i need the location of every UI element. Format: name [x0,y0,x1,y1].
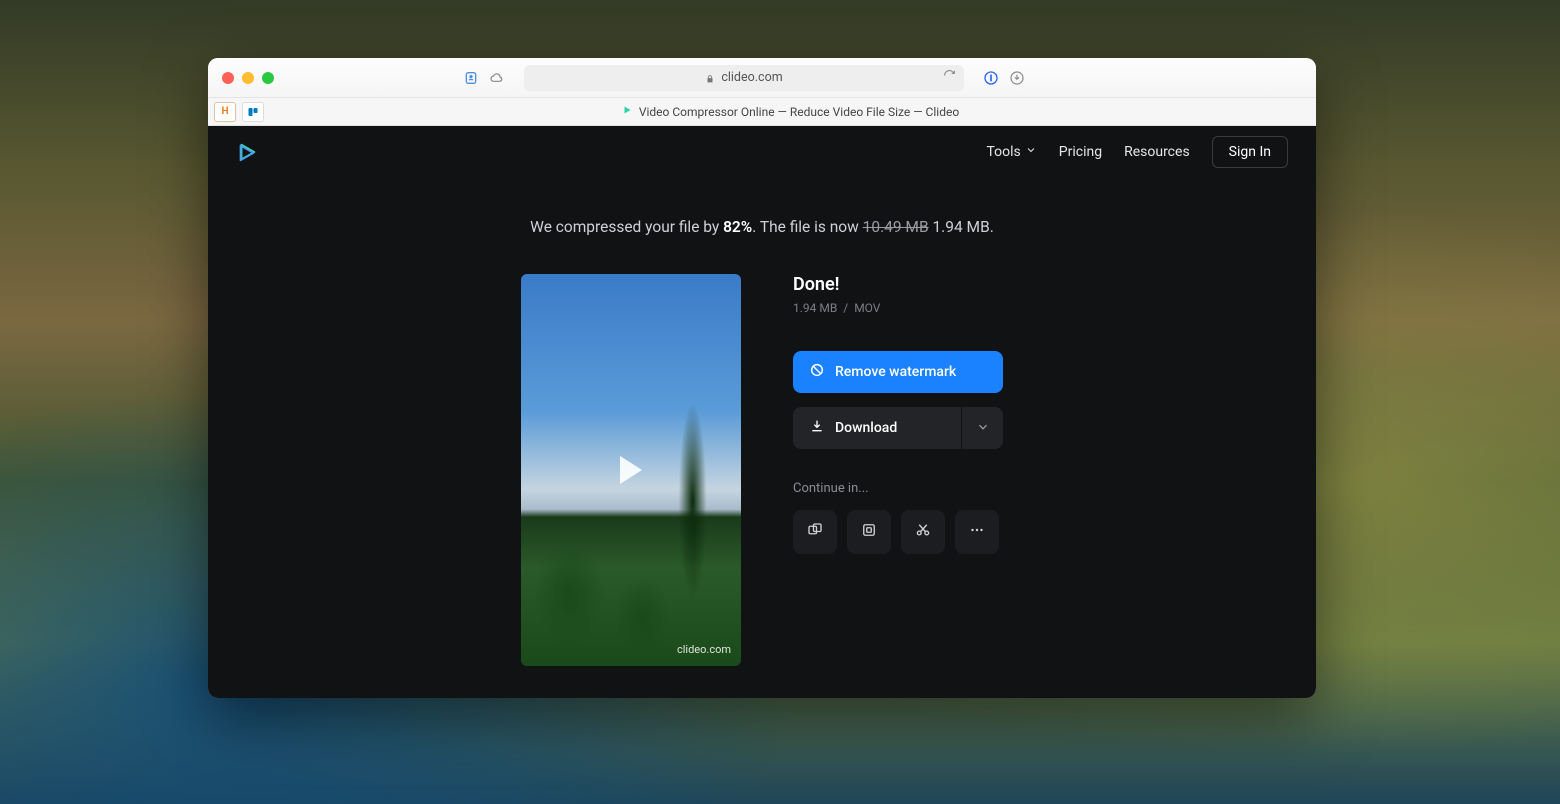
browser-window: clideo.com H Video Compressor Online — R… [208,58,1316,698]
download-dropdown-button[interactable] [961,407,1003,449]
nav-resources-label: Resources [1124,144,1190,160]
nav-pricing[interactable]: Pricing [1059,144,1102,160]
compression-summary: We compressed your file by 82%. The file… [530,218,994,236]
preview-watermark: clideo.com [677,643,731,656]
result-row: clideo.com Done! 1.94 MB / MOV Remove wa… [521,274,1003,666]
remove-watermark-label: Remove watermark [835,364,956,380]
maximize-window-button[interactable] [262,72,274,84]
pinned-tab-2[interactable] [242,102,264,122]
file-format: MOV [854,301,880,315]
minimize-window-button[interactable] [242,72,254,84]
remove-watermark-button[interactable]: Remove watermark [793,351,1003,393]
reload-icon[interactable] [943,69,956,86]
page-body: We compressed your file by 82%. The file… [208,178,1316,698]
url-text: clideo.com [721,70,782,85]
site-header: Tools Pricing Resources Sign In [208,126,1316,178]
chevron-down-icon [976,419,990,438]
browser-tabbar: H Video Compressor Online — Reduce Video… [208,98,1316,126]
meta-separator: / [843,301,848,315]
no-symbol-icon [809,362,825,382]
result-panel: Done! 1.94 MB / MOV Remove watermark [793,274,1003,554]
nav-tools-label: Tools [987,144,1021,160]
continue-in-label: Continue in... [793,481,1003,496]
privacy-report-icon[interactable] [462,69,480,87]
nav-resources[interactable]: Resources [1124,144,1190,160]
tab-favicon-icon [621,104,633,119]
summary-mid: . The file is now [752,218,862,236]
file-size: 1.94 MB [793,301,837,315]
summary-prefix: We compressed your file by [530,218,723,236]
continue-compress-button[interactable] [847,510,891,554]
file-meta: 1.94 MB / MOV [793,301,1003,315]
lock-icon [705,73,715,83]
icloud-tabs-icon[interactable] [488,69,506,87]
video-preview[interactable]: clideo.com [521,274,741,666]
download-button[interactable]: Download [793,407,961,449]
browser-titlebar: clideo.com [208,58,1316,98]
continue-cut-button[interactable] [901,510,945,554]
continue-more-button[interactable] [955,510,999,554]
tab-title: Video Compressor Online — Reduce Video F… [639,105,959,119]
done-title: Done! [793,274,1003,295]
play-icon [620,456,642,484]
pinned-tab-1[interactable]: H [214,102,236,122]
nav-pricing-label: Pricing [1059,144,1102,160]
signin-button[interactable]: Sign In [1212,136,1288,168]
close-window-button[interactable] [222,72,234,84]
nav-tools[interactable]: Tools [987,144,1037,160]
download-icon [809,418,825,438]
active-tab[interactable]: Video Compressor Online — Reduce Video F… [270,104,1310,119]
compress-icon [860,521,878,543]
page-content: Tools Pricing Resources Sign In We compr… [208,126,1316,698]
chevron-down-icon [1025,144,1037,160]
merge-icon [806,521,824,543]
download-button-group: Download [793,407,1003,449]
clideo-logo[interactable] [236,141,258,163]
ellipsis-icon [968,521,986,543]
onepassword-icon[interactable] [982,69,1000,87]
continue-merge-button[interactable] [793,510,837,554]
continue-tools-row [793,510,1003,554]
cut-icon [914,521,932,543]
window-controls [222,72,274,84]
download-label: Download [835,420,897,436]
address-bar[interactable]: clideo.com [524,65,964,91]
signin-label: Sign In [1229,144,1271,160]
downloads-icon[interactable] [1008,69,1026,87]
summary-old-size: 10.49 MB [863,218,929,236]
summary-new-size: 1.94 MB. [932,218,993,236]
summary-percent: 82% [723,218,752,236]
